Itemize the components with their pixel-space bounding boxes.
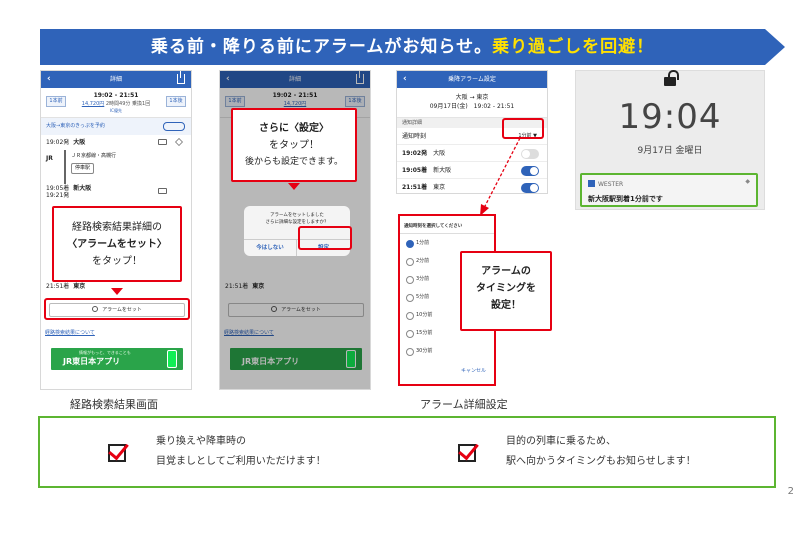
about-search-link[interactable]: 経路検索結果について xyxy=(45,329,95,336)
reserve-ticket-label: 大阪→東京のきっぷを予約 xyxy=(46,123,105,129)
connector-arrow xyxy=(480,137,521,216)
stop-osaka: 19:02発 大阪 xyxy=(41,135,191,150)
map-icon[interactable] xyxy=(158,139,167,145)
stop-time: 19:02発 xyxy=(46,139,70,146)
checkbox-icon xyxy=(108,444,126,462)
lock-clock: 19:04 xyxy=(618,97,722,137)
stop-time-departure: 19:21発 xyxy=(46,192,70,199)
phone-icon xyxy=(167,350,177,368)
banner-title: 乗る前・降りる前にアラームがお知らせ。乗り過ごしを回避！ xyxy=(40,29,765,65)
callout-settings: さらに〈設定〉 をタップ！ 後からも設定できます。 xyxy=(231,108,357,182)
alarm-station: 東京 xyxy=(433,184,446,191)
jr-icon: JR xyxy=(46,155,53,162)
train-name: ＪＲ京都線・高槻行 xyxy=(71,153,117,159)
checkbox-icon xyxy=(458,444,476,462)
unlock-icon xyxy=(664,70,679,86)
benefit-left-line1: 乗り換えや降車時の xyxy=(156,436,246,447)
alarm-notification[interactable]: WESTER ◆ 新大阪駅到着1分前です xyxy=(580,173,758,207)
alarm-station: 大阪 xyxy=(433,150,446,157)
nav-title: 乗降アラーム設定 xyxy=(448,76,496,83)
stop-time: 19:05着 xyxy=(46,185,70,192)
share-icon[interactable] xyxy=(177,71,185,84)
callout-line: タイミングを xyxy=(476,283,536,294)
dialog-message: アラームをセットしました さらに詳細な設定をしますか？ xyxy=(244,212,350,226)
app-promo-banner[interactable]: 情報がもっと、できることも JR東日本アプリ xyxy=(51,348,183,370)
callout-pointer xyxy=(111,288,123,295)
route-datetime: 09月17日(金) 19:02 - 21:51 xyxy=(429,103,515,110)
alarm-time: 21:51着 xyxy=(402,184,428,191)
banner-title-main: 乗る前・降りる前にアラームがお知らせ。 xyxy=(150,37,493,57)
stop-name: 東京 xyxy=(73,283,86,290)
callout-line: 〈アラームをセット〉 xyxy=(54,236,180,253)
callout-line: さらに〈設定〉 xyxy=(233,120,355,137)
more-icon: ◆ xyxy=(745,178,750,185)
fare-link[interactable]: 14,720円 xyxy=(82,101,105,107)
timing-option[interactable]: 1分前 xyxy=(400,234,494,252)
notification-app: WESTER xyxy=(588,180,623,188)
route-summary: 1本前 19:02 - 21:51 14,720円 2時間49分 乗換1回 IC… xyxy=(41,88,191,118)
callout-emphasis: さらに〈設定〉 xyxy=(259,123,329,134)
callout-line: アラームの xyxy=(481,266,531,277)
callout-line: 経路検索結果詳細の xyxy=(72,222,162,233)
benefits-box: 乗り換えや降車時の 目覚ましとしてご利用いただけます！ 目的の列車に乗るため、 … xyxy=(38,416,776,488)
caption-route-result: 経路検索結果画面 xyxy=(70,398,158,411)
nav-bar: ‹ 乗降アラーム設定 xyxy=(397,71,547,88)
highlight-settings xyxy=(298,226,352,250)
nav-bar: ‹ 詳細 xyxy=(41,71,191,88)
jr-logo-icon xyxy=(163,122,185,131)
stop-time: 21:51着 xyxy=(46,283,70,290)
lock-date: 9月17日 金曜日 xyxy=(637,146,703,156)
route-header: 大阪 → 東京 09月17日(金) 19:02 - 21:51 xyxy=(397,88,547,118)
app-promo-title: JR東日本アプリ xyxy=(63,357,121,366)
alarm-station: 新大阪 xyxy=(433,167,452,174)
map-icon[interactable] xyxy=(158,188,167,194)
callout-timing: アラームの タイミングを 設定！ xyxy=(460,251,552,331)
notification-app-name: WESTER xyxy=(598,181,624,188)
stops-button[interactable]: 停車駅 xyxy=(71,163,95,174)
callout-emphasis: 〈アラームをセット〉 xyxy=(67,239,167,250)
stop-name: 新大阪 xyxy=(73,185,92,192)
ic-tag: IC優先 xyxy=(110,108,122,113)
dialog-msg-2: さらに詳細な設定をしますか？ xyxy=(265,220,329,225)
benefit-left-line2: 目覚ましとしてご利用いただけます！ xyxy=(156,456,326,467)
reserve-ticket-link[interactable]: 大阪→東京のきっぷを予約 xyxy=(41,118,191,135)
cancel-button[interactable]: キャンセル xyxy=(461,367,486,374)
callout-set-alarm: 経路検索結果詳細の 〈アラームをセット〉 をタップ！ xyxy=(52,206,182,282)
nav-title: 詳細 xyxy=(109,76,122,83)
dialog-msg-1: アラームをセットしました xyxy=(270,213,324,218)
highlight-set-alarm xyxy=(44,298,190,320)
callout-line: をタップ！ xyxy=(269,140,319,151)
duration: 2時間49分 xyxy=(105,101,131,107)
banner-title-highlight: 乗り過ごしを回避！ xyxy=(492,37,655,57)
alarm-time: 19:02発 xyxy=(402,150,428,157)
route-stations: 大阪 → 東京 xyxy=(455,94,489,101)
page-number: 2 xyxy=(787,486,794,497)
callout-line: 後からも設定できます。 xyxy=(244,157,344,167)
transfers: 乗換1回 xyxy=(132,101,151,107)
train-segment: JR ＪＲ京都線・高槻行 停車駅 xyxy=(41,150,191,184)
alarm-time: 19:05着 xyxy=(402,167,428,174)
stop-name: 大阪 xyxy=(73,139,86,146)
stop-shin-osaka: 19:05着 新大阪 19:21発 xyxy=(41,184,191,199)
banner-arrow xyxy=(765,29,785,65)
caption-alarm-settings: アラーム詳細設定 xyxy=(420,398,508,411)
timing-label: 通知時刻 xyxy=(402,133,427,140)
callout-line: をタップ！ xyxy=(92,256,142,267)
layers-icon[interactable] xyxy=(175,138,183,146)
callout-pointer xyxy=(288,183,300,190)
next-train-button[interactable]: 1本後 xyxy=(166,96,186,107)
notification-message: 新大阪駅到着1分前です xyxy=(588,195,663,203)
timing-option[interactable]: 30分前 xyxy=(400,342,494,360)
header-banner: 乗る前・降りる前にアラームがお知らせ。乗り過ごしを回避！ xyxy=(40,29,785,65)
not-now-button[interactable]: 今はしない xyxy=(244,240,297,256)
callout-line: 設定！ xyxy=(491,300,521,311)
benefit-right-line1: 目的の列車に乗るため、 xyxy=(506,436,616,447)
benefit-right-line2: 駅へ向かうタイミングもお知らせします！ xyxy=(506,456,696,467)
wester-app-icon xyxy=(588,180,595,187)
